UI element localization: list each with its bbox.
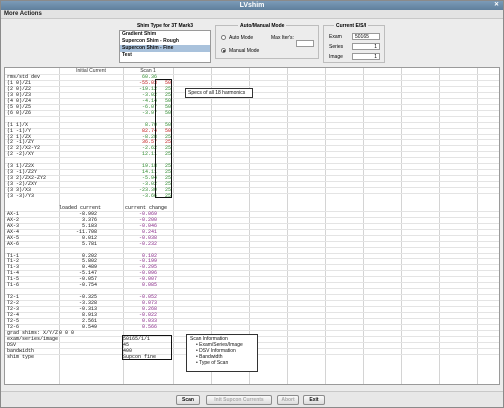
current-esi-title: Current E/S/I [334, 23, 369, 29]
shim-type-panel: Shim Type for 3T Mark3 Gradient Shim Sup… [119, 23, 211, 63]
image-label: Image [329, 54, 343, 60]
row-divider [5, 288, 499, 290]
scan-info-item: • Type of Scan [196, 360, 229, 366]
row-divider [5, 79, 499, 81]
spec-limits-highlight [155, 79, 172, 199]
scan-info-item-text: Type of Scan [199, 360, 229, 366]
row-divider [5, 85, 499, 87]
current-esi-panel: Current E/S/I Exam 50165 Series 1 Image … [323, 23, 385, 63]
mode-title: Auto/Manual Mode [238, 23, 287, 29]
harmonic-value: -3.66 [141, 193, 157, 199]
row-divider [5, 145, 499, 147]
shim-type-gradient[interactable]: Gradient Shim [120, 31, 210, 38]
specs-callout-text: Specs of all 18 harmonics [188, 90, 246, 96]
scan-button[interactable]: Scan [176, 395, 200, 405]
row-divider [5, 193, 499, 194]
main-window: LVshim ✕ More Actions Shim Type for 3T M… [0, 0, 504, 408]
auto-mode-label: Auto Mode [229, 35, 254, 41]
window-close-icon[interactable]: ✕ [493, 2, 500, 8]
title-bar: LVshim ✕ [1, 1, 503, 10]
window-title: LVshim [239, 2, 265, 9]
row-divider [5, 109, 499, 111]
image-field[interactable]: 1 [352, 53, 380, 60]
series-field[interactable]: 1 [352, 43, 380, 50]
footer-label: shim type [7, 353, 35, 360]
row-divider [5, 246, 499, 248]
max-iter-label: Max Iter's: [271, 35, 294, 41]
menu-bar: More Actions [1, 10, 503, 19]
row-divider [5, 151, 499, 153]
abort-button[interactable]: Abort [277, 395, 299, 405]
exam-label: Exam [329, 34, 342, 40]
shim-type-title: Shim Type for 3T Mark3 [136, 23, 194, 29]
exit-button[interactable]: Exit [303, 395, 325, 405]
row-divider [5, 133, 499, 135]
menu-more-actions[interactable]: More Actions [4, 11, 42, 17]
row-divider [5, 175, 499, 177]
button-bar: Scan Init Supcon Currents Abort Exit [1, 391, 503, 407]
shim-type-list[interactable]: Gradient Shim Supercon Shim - Rough Supe… [119, 30, 211, 63]
row-divider [5, 181, 499, 183]
auto-mode-radio[interactable] [221, 35, 226, 40]
row-divider [5, 74, 499, 75]
max-iter-input[interactable] [296, 40, 314, 47]
shim-type-test[interactable]: Test [120, 52, 210, 59]
harmonic-label: (3 -3)/Y3 [7, 193, 35, 199]
init-supcon-currents-button[interactable]: Init Supcon Currents [206, 395, 272, 405]
row-divider [5, 115, 499, 117]
row-divider [5, 121, 499, 123]
row-divider [5, 139, 499, 141]
row-divider [5, 187, 499, 189]
scan-info-callout: Scan Information • Exam/Series/Image • D… [186, 334, 258, 372]
manual-mode-label: Manual Mode [229, 48, 260, 54]
row-divider [5, 169, 499, 171]
exam-field[interactable]: 50165 [352, 33, 380, 40]
row-divider [5, 163, 499, 165]
scan-info-highlight [122, 335, 172, 361]
specs-callout: Specs of all 18 harmonics [185, 88, 253, 98]
shim-type-supercon-fine[interactable]: Supercon Shim - Fine [120, 45, 210, 52]
shim-type-supercon-rough[interactable]: Supercon Shim - Rough [120, 38, 210, 45]
row-divider [5, 157, 499, 159]
row-divider [5, 127, 499, 129]
series-label: Series [329, 44, 344, 50]
row-divider [5, 103, 499, 105]
manual-mode-radio[interactable] [221, 48, 226, 53]
mode-panel: Auto/Manual Mode Auto Mode Max Iter's: M… [215, 23, 319, 59]
